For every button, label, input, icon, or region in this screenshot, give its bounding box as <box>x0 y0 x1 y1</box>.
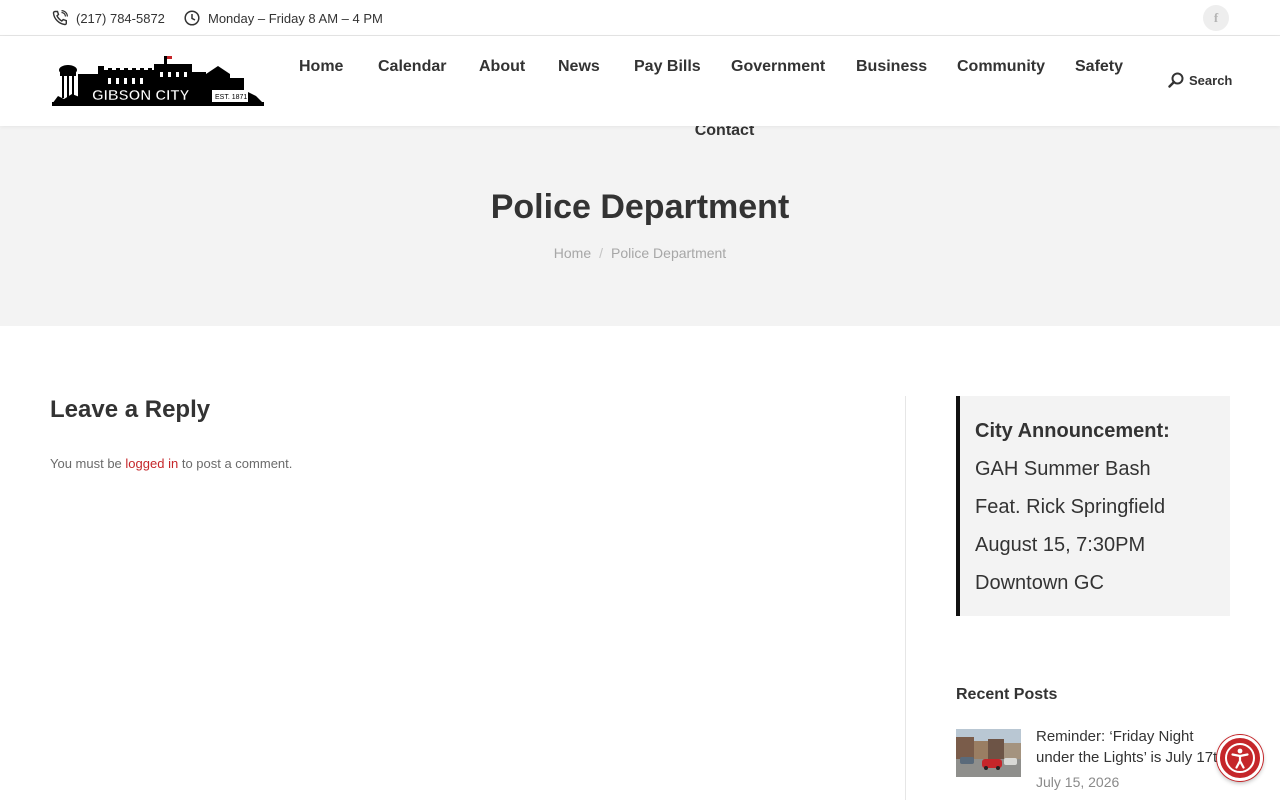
reply-note-before: You must be <box>50 456 122 471</box>
nav-about[interactable]: About <box>479 58 525 76</box>
logo-est: EST. 1871 <box>215 94 247 101</box>
phone-number: (217) 784-5872 <box>76 10 165 26</box>
announcement-line: Feat. Rick Springfield <box>975 496 1166 518</box>
post-thumbnail[interactable] <box>956 729 1021 777</box>
site-header: GIBSON CITY EST. 1871 Home Calendar Abou… <box>0 36 1280 126</box>
page-title: Police Department <box>490 188 790 226</box>
recent-post-link[interactable]: Reminder: ‘Friday Night under the Lights… <box>1036 726 1226 768</box>
nav-pay-bills[interactable]: Pay Bills <box>634 58 701 76</box>
search-button[interactable]: Search <box>1168 72 1232 88</box>
breadcrumb-current: Police Department <box>611 245 727 261</box>
reply-heading: Leave a Reply <box>50 396 211 423</box>
gibson-city-logo: GIBSON CITY EST. 1871 <box>52 56 264 106</box>
street-photo-image <box>956 729 1021 777</box>
breadcrumb-separator: / <box>599 245 604 261</box>
facebook-icon[interactable]: f <box>1203 5 1229 31</box>
nav-safety[interactable]: Safety <box>1075 58 1123 76</box>
nav-home[interactable]: Home <box>299 58 343 76</box>
nav-news[interactable]: News <box>558 58 600 76</box>
sidebar-divider <box>905 396 906 800</box>
login-link[interactable]: logged in <box>125 456 178 471</box>
city-announcement: City Announcement: GAH Summer Bash Feat.… <box>956 396 1230 616</box>
nav-community[interactable]: Community <box>957 58 1045 76</box>
phone-contact[interactable]: (217) 784-5872 <box>52 0 165 36</box>
search-icon <box>1168 72 1184 88</box>
accessibility-button[interactable] <box>1217 735 1263 781</box>
logo-text: GIBSON CITY <box>92 87 190 104</box>
announcement-line: Downtown GC <box>975 572 1104 594</box>
clock-icon <box>184 10 200 26</box>
nav-calendar[interactable]: Calendar <box>378 58 446 76</box>
accessibility-icon <box>1225 743 1255 773</box>
nav-government[interactable]: Government <box>731 58 825 76</box>
announcement-line: GAH Summer Bash <box>975 458 1151 480</box>
reply-note-after: to post a comment. <box>181 456 293 471</box>
announcement-line: August 15, 7:30PM <box>975 534 1146 556</box>
page-title-band: Contact Police Department Home / Police De… <box>0 122 1280 326</box>
post-date: July 15, 2026 <box>1036 774 1120 790</box>
hours-text: Monday – Friday 8 AM – 4 PM <box>208 10 383 26</box>
breadcrumb: Home / Police Department <box>0 245 1280 261</box>
breadcrumb-home[interactable]: Home <box>554 245 591 261</box>
post-title-line: Reminder: ‘Friday Night <box>1036 728 1194 745</box>
site-logo[interactable]: GIBSON CITY EST. 1871 <box>52 52 264 108</box>
office-hours: Monday – Friday 8 AM – 4 PM <box>184 0 383 36</box>
announcement-heading: City Announcement: <box>975 420 1170 442</box>
post-title-line: under the Lights’ is July 17th <box>1036 749 1226 766</box>
nav-business[interactable]: Business <box>856 58 927 76</box>
reply-login-note: You must be logged in to post a comment. <box>50 456 292 471</box>
phone-icon <box>52 10 68 26</box>
top-bar: (217) 784-5872 Monday – Friday 8 AM – 4 … <box>0 0 1280 36</box>
search-label: Search <box>1189 72 1233 88</box>
recent-posts-heading: Recent Posts <box>956 686 1058 703</box>
